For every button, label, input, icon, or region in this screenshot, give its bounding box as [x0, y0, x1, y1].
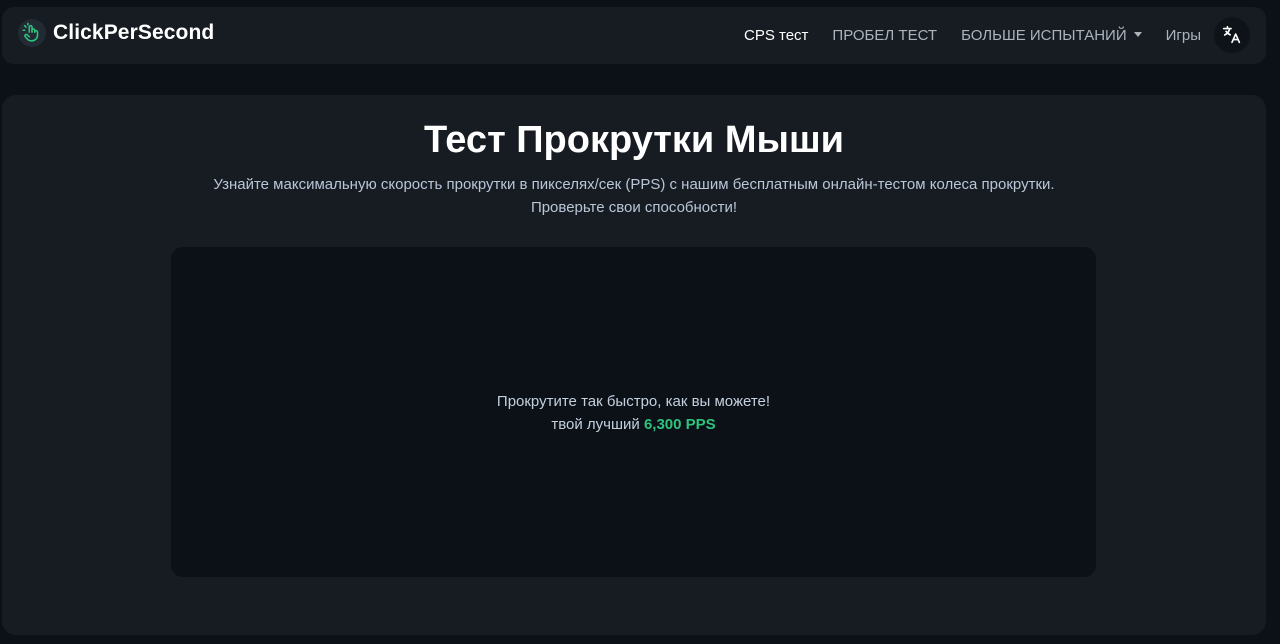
- subtitle-line-2: Проверьте свои способности!: [530, 199, 738, 216]
- best-score-label: твой лучший: [551, 416, 640, 433]
- nav-more-tests-label: БОЛЬШЕ ИСПЫТАНИЙ: [961, 26, 1127, 44]
- scroll-instructions: Прокрутите так быстро, как вы можете! тв…: [171, 390, 1096, 436]
- scroll-prompt: Прокрутите так быстро, как вы можете!: [496, 393, 771, 410]
- caret-down-icon: [1133, 32, 1142, 38]
- brand-name: ClickPerSecond: [53, 21, 215, 44]
- page-subtitle: Узнайте максимальную скорость прокрутки …: [182, 173, 1086, 219]
- hand-click-icon: [18, 19, 46, 47]
- nav-cps-test[interactable]: CPS тест: [744, 27, 808, 44]
- translate-icon: [1222, 25, 1241, 44]
- subtitle-line-1: Узнайте максимальную скорость прокрутки …: [213, 176, 1055, 193]
- nav-links: CPS тест ПРОБЕЛ ТЕСТ БОЛЬШЕ ИСПЫТАНИЙ Иг…: [744, 17, 1250, 53]
- top-navbar: ClickPerSecond CPS тест ПРОБЕЛ ТЕСТ БОЛЬ…: [2, 7, 1266, 64]
- nav-more-tests-dropdown[interactable]: БОЛЬШЕ ИСПЫТАНИЙ: [961, 27, 1142, 44]
- nav-games[interactable]: Игры: [1166, 27, 1201, 44]
- main-card: Тест Прокрутки Мыши Узнайте максимальную…: [2, 95, 1266, 635]
- nav-spacebar-test[interactable]: ПРОБЕЛ ТЕСТ: [832, 27, 937, 44]
- best-score-value: 6,300 PPS: [643, 416, 716, 433]
- brand-logo-link[interactable]: ClickPerSecond: [18, 19, 214, 47]
- scroll-test-area[interactable]: Прокрутите так быстро, как вы можете! тв…: [171, 247, 1096, 577]
- page-title: Тест Прокрутки Мыши: [423, 119, 844, 161]
- language-switch-button[interactable]: [1214, 17, 1250, 53]
